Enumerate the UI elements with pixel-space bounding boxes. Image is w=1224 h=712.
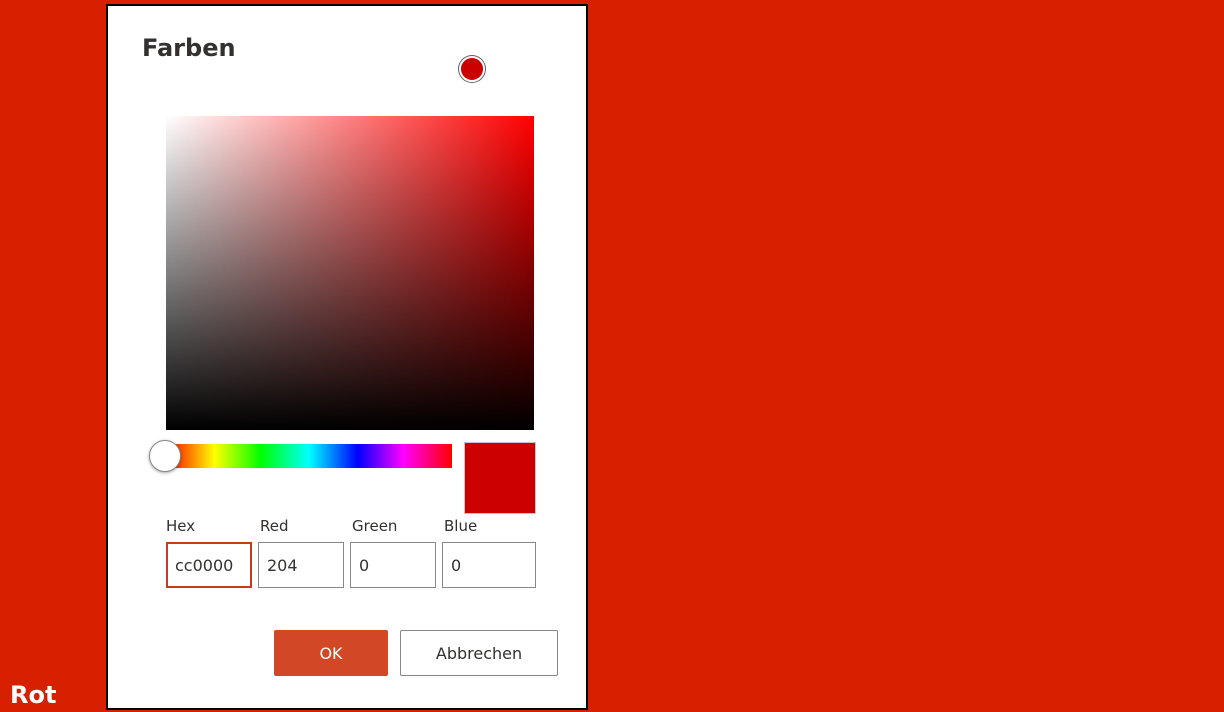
color-name-label: Rot xyxy=(10,681,57,709)
hue-slider-thumb[interactable] xyxy=(149,440,181,472)
red-input[interactable] xyxy=(258,542,344,588)
cancel-button[interactable]: Abbrechen xyxy=(400,630,558,676)
red-label: Red xyxy=(260,517,289,535)
saturation-value-thumb[interactable] xyxy=(459,56,485,82)
blue-label: Blue xyxy=(444,517,478,535)
hex-label: Hex xyxy=(166,517,196,535)
dialog-title: Farben xyxy=(142,34,236,62)
blue-input[interactable] xyxy=(442,542,536,588)
hex-input[interactable] xyxy=(166,542,252,588)
ok-button[interactable]: OK xyxy=(274,630,388,676)
green-label: Green xyxy=(352,517,398,535)
hue-slider[interactable] xyxy=(166,444,452,468)
saturation-value-field[interactable] xyxy=(166,116,534,430)
green-input[interactable] xyxy=(350,542,436,588)
color-preview xyxy=(464,442,536,514)
color-picker-dialog: Farben Hex Red Green Blue OK Abbrechen xyxy=(106,4,588,710)
